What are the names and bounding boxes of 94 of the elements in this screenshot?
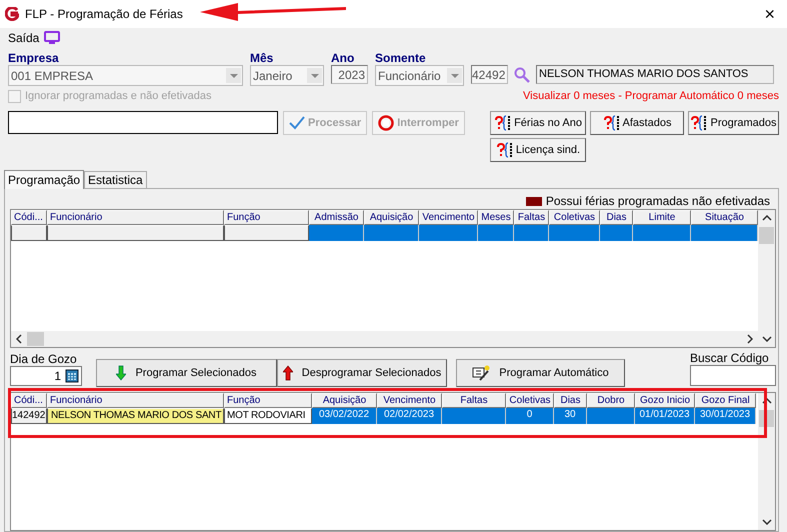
- table-cell: [600, 225, 633, 241]
- tab[interactable]: Programação: [4, 170, 84, 189]
- program-button[interactable]: Programar Automático: [456, 359, 625, 387]
- dropdown[interactable]: Janeiro: [250, 65, 324, 86]
- program-button[interactable]: Desprogramar Selecionados: [277, 359, 447, 387]
- employee-code-field[interactable]: 42492: [471, 65, 508, 84]
- scroll-up-icon[interactable]: [762, 215, 772, 221]
- table-cell: 01/01/2023: [635, 408, 695, 424]
- field-label: Empresa: [8, 51, 60, 64]
- column-header[interactable]: Funcionário: [47, 393, 224, 408]
- query-icon: [602, 115, 621, 131]
- checkbox-label: Ignorar programadas e não efetivadas: [25, 90, 212, 102]
- column-header[interactable]: Dias: [600, 210, 633, 225]
- column-header[interactable]: Faltas: [514, 210, 549, 225]
- year-field[interactable]: 2023: [331, 65, 368, 84]
- table-cell: NELSON THOMAS MARIO DOS SANT: [47, 408, 224, 424]
- query-icon: [494, 115, 512, 131]
- column-header[interactable]: Gozo Final: [695, 393, 756, 408]
- dropdown[interactable]: Funcionário: [375, 65, 464, 86]
- column-header[interactable]: Situação: [691, 210, 758, 225]
- info-text: Visualizar 0 meses - Programar Automático 0 meses: [523, 90, 779, 102]
- table-cell: MOT RODOVIARI: [224, 408, 312, 424]
- field-label: Buscar Código: [690, 351, 770, 365]
- close-button[interactable]: ×: [758, 4, 781, 24]
- column-header[interactable]: Coletivas: [549, 210, 600, 225]
- monitor-icon[interactable]: [44, 31, 60, 45]
- scroll-left-icon[interactable]: [16, 334, 22, 344]
- search-code-field[interactable]: [690, 365, 776, 386]
- table-cell: [478, 225, 514, 241]
- field-label: Mês: [250, 51, 274, 64]
- program-button[interactable]: Programar Selecionados: [96, 359, 277, 387]
- column-header[interactable]: Admissão: [309, 210, 364, 225]
- column-header[interactable]: Limite: [633, 210, 691, 225]
- check-icon: [289, 116, 305, 130]
- app-logo-icon: [5, 7, 19, 21]
- table-cell: [633, 225, 691, 241]
- table-cell: 02/02/2023: [377, 408, 442, 424]
- table-cell: [364, 225, 419, 241]
- down-arrow-icon: [116, 365, 126, 381]
- table-cell: 0: [506, 408, 554, 424]
- query-button[interactable]: Férias no Ano: [490, 111, 586, 135]
- tab[interactable]: Estatistica: [84, 171, 147, 188]
- query-button[interactable]: Programados: [688, 111, 779, 135]
- column-header[interactable]: Dobro: [587, 393, 635, 408]
- column-header[interactable]: Função: [224, 210, 309, 225]
- query-button[interactable]: Afastados: [590, 111, 684, 135]
- caret-icon: [450, 74, 458, 78]
- column-header[interactable]: Gozo Inicio: [635, 393, 695, 408]
- up-arrow-icon: [282, 365, 293, 381]
- field-label: Ano: [331, 51, 356, 64]
- table-cell: 142492: [11, 408, 47, 424]
- scroll-down-icon[interactable]: [762, 519, 772, 525]
- column-header[interactable]: Aquisição: [312, 393, 377, 408]
- table-cell: [309, 225, 364, 241]
- column-header[interactable]: Dias: [554, 393, 587, 408]
- caret-icon: [230, 74, 238, 78]
- table-cell: [442, 408, 506, 424]
- table-cell: 30: [554, 408, 587, 424]
- column-header[interactable]: Códi...: [11, 393, 47, 408]
- field-label: Somente: [375, 51, 427, 64]
- window-title: FLP - Programação de Férias: [25, 7, 183, 21]
- table-cell: [514, 225, 549, 241]
- column-header[interactable]: Função: [224, 393, 312, 408]
- scroll-thumb[interactable]: [759, 227, 774, 244]
- field-label: Dia de Gozo: [10, 352, 78, 366]
- query-icon: [690, 115, 708, 131]
- column-header[interactable]: Aquisição: [364, 210, 419, 225]
- column-header[interactable]: Vencimento: [419, 210, 478, 225]
- search-icon[interactable]: [514, 66, 530, 82]
- wand-icon: [472, 365, 490, 381]
- table-cell: [549, 225, 600, 241]
- column-header[interactable]: Vencimento: [377, 393, 442, 408]
- table-cell: 30/01/2023: [695, 408, 756, 424]
- query-button[interactable]: Licença sind.: [490, 138, 586, 162]
- column-header[interactable]: Funcionário: [47, 210, 224, 225]
- scroll-up-icon[interactable]: [762, 398, 772, 404]
- table-cell: [691, 225, 758, 241]
- caret-icon: [310, 74, 318, 78]
- scroll-thumb[interactable]: [27, 332, 44, 346]
- scroll-down-icon[interactable]: [762, 336, 772, 342]
- query-icon: [496, 142, 514, 158]
- legend-label: Possui férias programadas não efetivadas: [546, 194, 770, 208]
- menu-item[interactable]: Saída: [8, 31, 40, 45]
- column-header[interactable]: Faltas: [442, 393, 506, 408]
- stop-icon: [378, 115, 394, 131]
- scroll-right-icon[interactable]: [747, 334, 753, 344]
- table-cell: 03/02/2022: [312, 408, 377, 424]
- column-header[interactable]: Códi...: [11, 210, 47, 225]
- column-header[interactable]: Coletivas: [506, 393, 554, 408]
- dropdown[interactable]: 001 EMPRESA: [8, 65, 243, 86]
- column-header[interactable]: Meses: [478, 210, 514, 225]
- table-cell: [587, 408, 635, 424]
- employee-name-field: NELSON THOMAS MARIO DOS SANTOS: [536, 65, 774, 84]
- table-cell: [419, 225, 478, 241]
